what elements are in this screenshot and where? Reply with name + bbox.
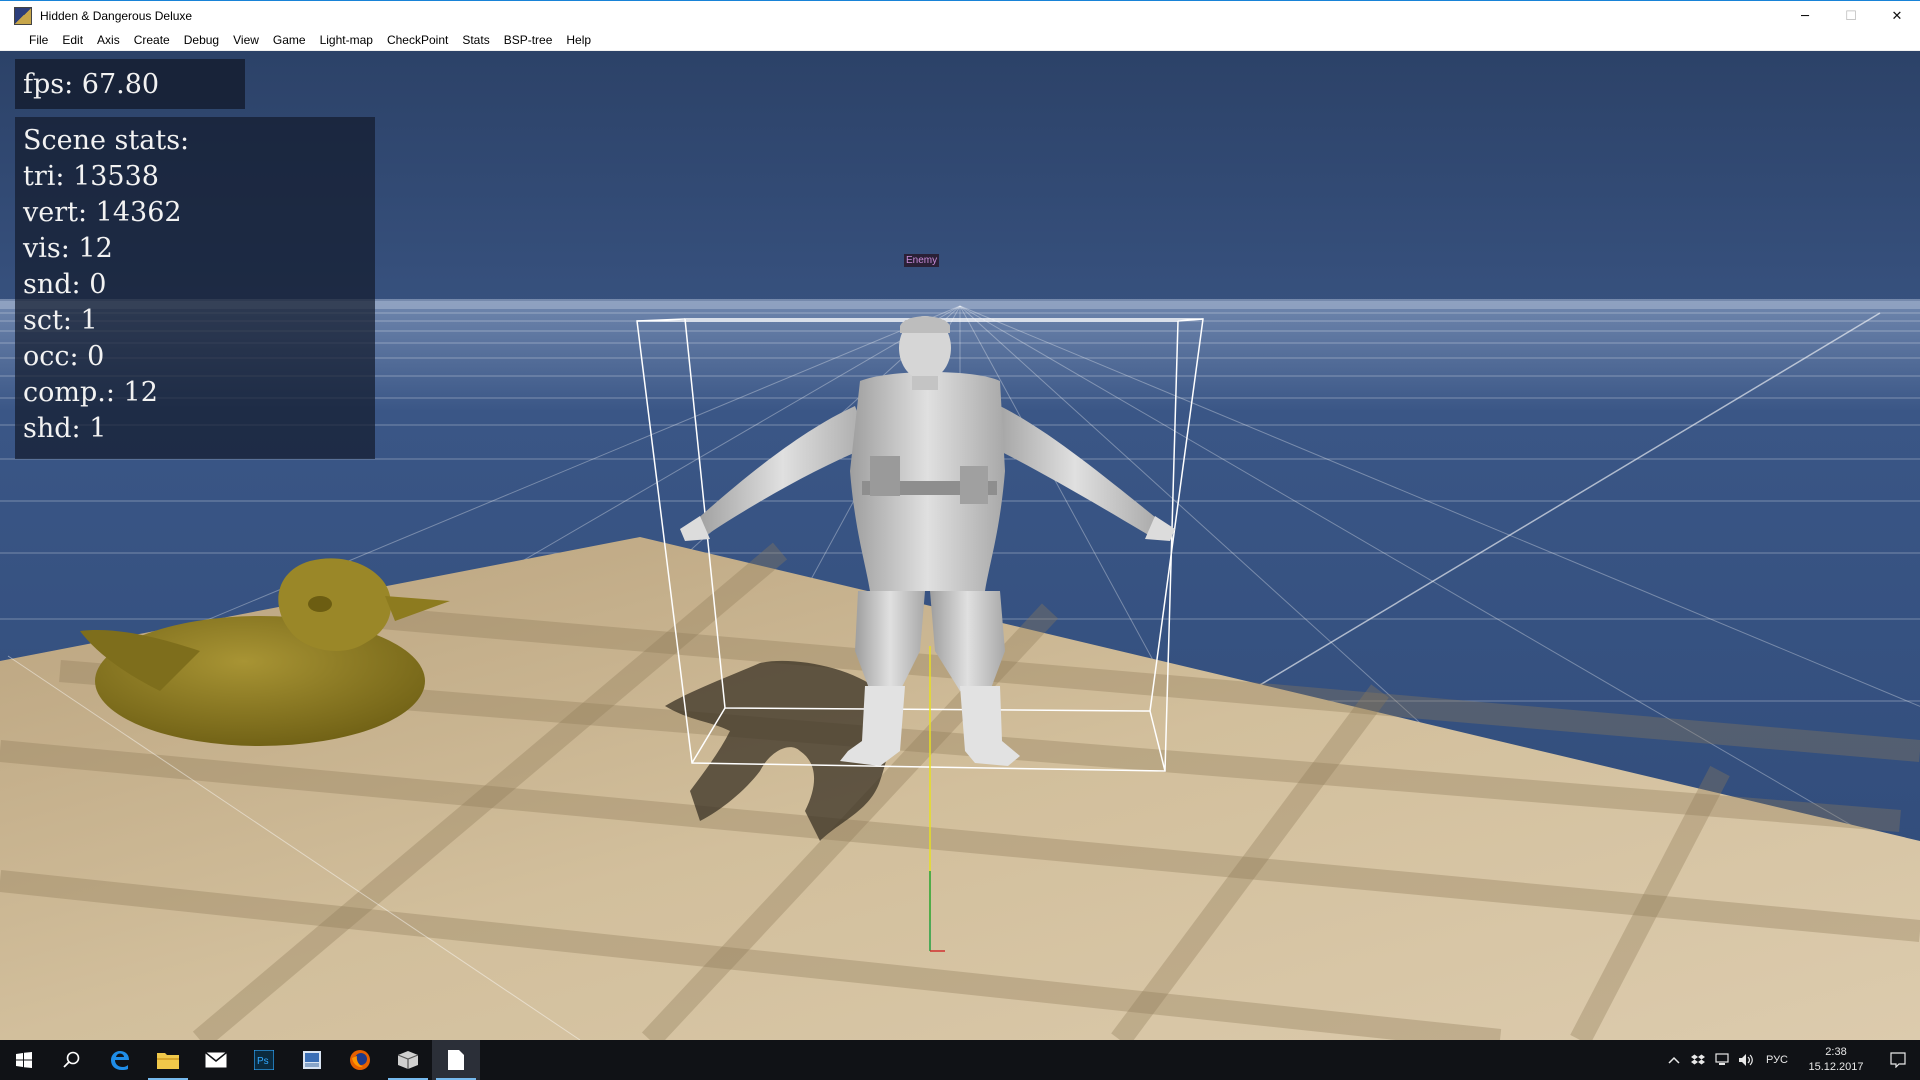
window-title: Hidden & Dangerous Deluxe — [40, 8, 193, 23]
stat-sct: sct: 1 — [23, 305, 98, 336]
menu-game[interactable]: Game — [266, 30, 313, 51]
menu-bsp-tree[interactable]: BSP-tree — [497, 30, 560, 51]
menu-axis[interactable]: Axis — [90, 30, 127, 51]
3d-editor-icon[interactable] — [384, 1040, 432, 1080]
menu-view[interactable]: View — [226, 30, 266, 51]
dropbox-icon[interactable] — [1686, 1040, 1710, 1080]
volume-icon[interactable] — [1734, 1040, 1758, 1080]
app-icon[interactable] — [14, 6, 32, 25]
stats-heading: Scene stats: — [23, 125, 190, 156]
minimize-button[interactable]: ─ — [1782, 1, 1828, 31]
search-icon[interactable] — [48, 1040, 96, 1080]
menu-stats[interactable]: Stats — [455, 30, 496, 51]
stat-shd: shd: 1 — [23, 413, 107, 444]
keyboard-language[interactable]: РУС — [1758, 1054, 1796, 1066]
3d-viewport[interactable]: Enemy fps: 67.80 Scene stats: tri: 13538… — [0, 51, 1920, 1040]
menu-help[interactable]: Help — [559, 30, 598, 51]
menu-checkpoint[interactable]: CheckPoint — [380, 30, 455, 51]
windows-start-icon[interactable] — [0, 1040, 48, 1080]
menu-file[interactable]: File — [22, 30, 55, 51]
stat-occ: occ: 0 — [23, 341, 105, 372]
stat-comp: comp.: 12 — [23, 377, 158, 408]
stat-snd: snd: 0 — [23, 269, 107, 300]
chevron-up-icon[interactable] — [1662, 1040, 1686, 1080]
menu-debug[interactable]: Debug — [177, 30, 226, 51]
edge-browser-icon[interactable] — [96, 1040, 144, 1080]
object-name-label: Enemy — [904, 254, 940, 267]
menu-bar: File Edit Axis Create Debug View Game Li… — [0, 30, 1920, 51]
clock-date: 15.12.2017 — [1808, 1061, 1864, 1073]
network-icon[interactable] — [1710, 1040, 1734, 1080]
firefox-icon[interactable] — [336, 1040, 384, 1080]
fps-counter: fps: 67.80 — [15, 59, 245, 109]
stat-vert: vert: 14362 — [23, 197, 182, 228]
mail-icon[interactable] — [192, 1040, 240, 1080]
notepad-icon[interactable] — [432, 1040, 480, 1080]
file-explorer-icon[interactable] — [144, 1040, 192, 1080]
menu-edit[interactable]: Edit — [55, 30, 90, 51]
stat-tri: tri: 13538 — [23, 161, 159, 192]
photoshop-icon[interactable]: Ps — [240, 1040, 288, 1080]
menu-light-map[interactable]: Light-map — [313, 30, 380, 51]
scene-stats-panel: Scene stats: tri: 13538 vert: 14362 vis:… — [15, 117, 375, 459]
window-title-bar: Hidden & Dangerous Deluxe ─ ☐ ✕ — [0, 0, 1920, 30]
system-tray: РУС 2:38 15.12.2017 — [1662, 1040, 1920, 1080]
window-controls: ─ ☐ ✕ — [1782, 1, 1920, 31]
maximize-button[interactable]: ☐ — [1828, 1, 1874, 31]
image-viewer-icon[interactable] — [288, 1040, 336, 1080]
menu-create[interactable]: Create — [127, 30, 177, 51]
action-center-icon[interactable] — [1876, 1040, 1920, 1080]
clock-time: 2:38 — [1825, 1046, 1847, 1058]
svg-text:Ps: Ps — [257, 1056, 269, 1067]
taskbar: Ps РУС 2:38 15.12.2017 — [0, 1040, 1920, 1080]
stat-vis: vis: 12 — [23, 233, 113, 264]
clock[interactable]: 2:38 15.12.2017 — [1796, 1045, 1876, 1075]
close-button[interactable]: ✕ — [1874, 1, 1920, 31]
